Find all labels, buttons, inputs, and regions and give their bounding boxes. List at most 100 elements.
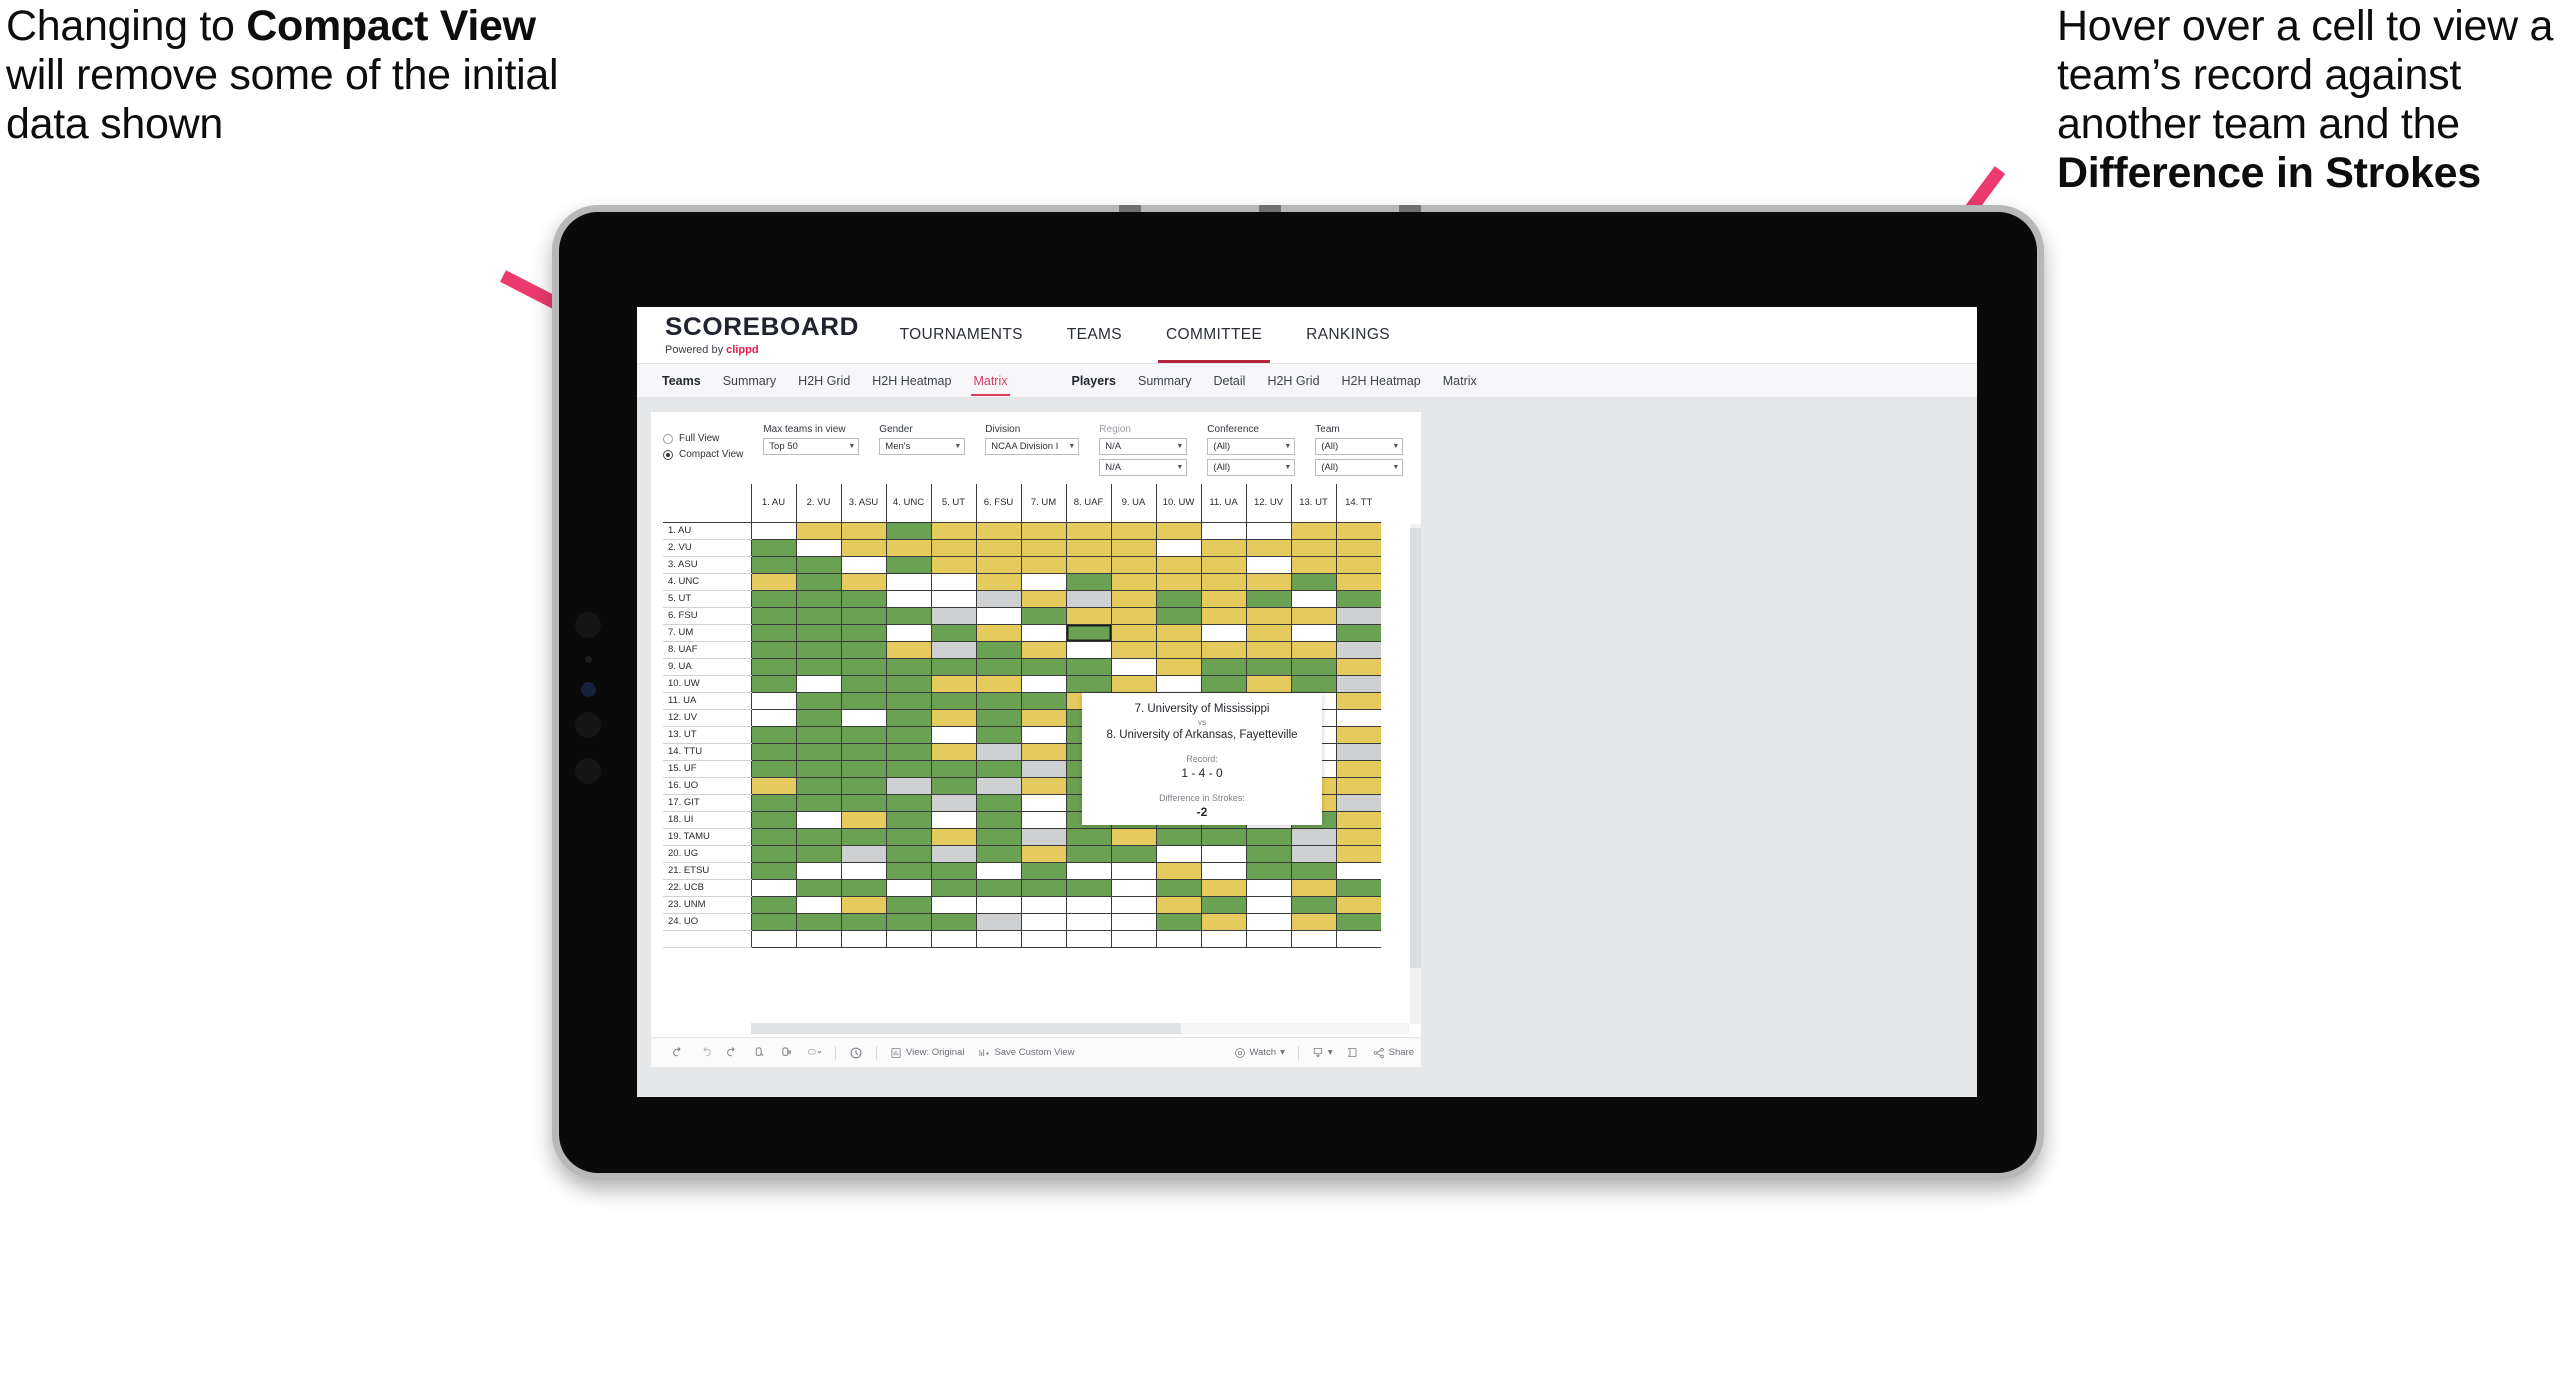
matrix-cell[interactable] <box>1065 573 1111 591</box>
fullscreen-button[interactable] <box>1340 1046 1366 1059</box>
filter-conference-select-2[interactable]: (All) ▼ <box>1207 459 1296 476</box>
matrix-cell[interactable] <box>1110 862 1156 880</box>
matrix-cell[interactable] <box>795 811 841 829</box>
matrix-cell[interactable] <box>1065 641 1111 659</box>
matrix-cell[interactable] <box>885 828 931 846</box>
matrix-cell[interactable] <box>1110 607 1156 625</box>
matrix-cell[interactable] <box>795 658 841 676</box>
matrix-cell[interactable] <box>1155 556 1201 574</box>
matrix-cell[interactable] <box>930 692 976 710</box>
matrix-cell[interactable] <box>975 862 1021 880</box>
matrix-cell[interactable] <box>795 913 841 931</box>
matrix-cell[interactable] <box>975 641 1021 659</box>
topnav-rankings[interactable]: RANKINGS <box>1284 307 1412 363</box>
matrix-cell[interactable] <box>1335 539 1381 557</box>
matrix-row-header-22[interactable]: 23. UNM <box>663 896 751 914</box>
topnav-teams[interactable]: TEAMS <box>1045 307 1144 363</box>
matrix-cell[interactable] <box>1110 522 1156 540</box>
matrix-row-header-18[interactable]: 19. TAMU <box>663 828 751 846</box>
matrix-cell[interactable] <box>930 879 976 897</box>
matrix-cell[interactable] <box>1065 896 1111 914</box>
matrix-cell[interactable] <box>885 624 931 642</box>
matrix-cell[interactable] <box>795 522 841 540</box>
matrix-cell[interactable] <box>840 658 886 676</box>
matrix-cell[interactable] <box>1065 879 1111 897</box>
matrix-cell[interactable] <box>840 913 886 931</box>
pause-updates-button[interactable] <box>773 1046 800 1059</box>
matrix-cell[interactable] <box>795 624 841 642</box>
matrix-cell[interactable] <box>1335 624 1381 642</box>
subnav-teams-h2h-grid[interactable]: H2H Grid <box>787 374 861 388</box>
matrix-col-header-13[interactable]: 14. TT <box>1335 484 1381 523</box>
matrix-col-header-2[interactable]: 3. ASU <box>840 484 886 523</box>
matrix-cell[interactable] <box>1290 845 1336 863</box>
matrix-cell[interactable] <box>1020 522 1066 540</box>
matrix-cell[interactable] <box>795 641 841 659</box>
refresh-data-button[interactable] <box>746 1046 773 1059</box>
matrix-cell[interactable] <box>795 539 841 557</box>
matrix-cell[interactable] <box>840 794 886 812</box>
matrix-cell[interactable] <box>1020 862 1066 880</box>
matrix-cell[interactable] <box>885 573 931 591</box>
matrix-cell[interactable] <box>975 658 1021 676</box>
matrix-cell[interactable] <box>1290 675 1336 693</box>
matrix-cell[interactable] <box>885 777 931 795</box>
matrix-cell[interactable] <box>1110 539 1156 557</box>
matrix-cell[interactable] <box>1335 709 1381 727</box>
matrix-cell[interactable] <box>1110 573 1156 591</box>
matrix-cell[interactable] <box>840 760 886 778</box>
filter-max-teams-select[interactable]: Top 50 ▼ <box>763 438 860 455</box>
matrix-cell[interactable] <box>885 539 931 557</box>
matrix-cell[interactable] <box>1020 913 1066 931</box>
matrix-cell[interactable] <box>1155 658 1201 676</box>
matrix-cell[interactable] <box>1155 522 1201 540</box>
matrix-cell[interactable] <box>1200 913 1246 931</box>
matrix-cell[interactable] <box>795 675 841 693</box>
redo-button[interactable] <box>692 1046 719 1059</box>
matrix-cell[interactable] <box>1065 624 1111 642</box>
matrix-cell[interactable] <box>975 913 1021 931</box>
matrix-cell[interactable] <box>1020 743 1066 761</box>
matrix-cell[interactable] <box>975 573 1021 591</box>
matrix-cell[interactable] <box>1335 573 1381 591</box>
matrix-cell[interactable] <box>1290 641 1336 659</box>
matrix-cell[interactable] <box>975 726 1021 744</box>
matrix-cell[interactable] <box>1290 556 1336 574</box>
matrix-cell[interactable] <box>975 794 1021 812</box>
matrix-cell[interactable] <box>1200 862 1246 880</box>
matrix-cell[interactable] <box>1200 539 1246 557</box>
matrix-cell[interactable] <box>1155 641 1201 659</box>
matrix-cell[interactable] <box>930 556 976 574</box>
matrix-row-header-0[interactable]: 1. AU <box>663 522 751 540</box>
matrix-row-header-15[interactable]: 16. UO <box>663 777 751 795</box>
matrix-cell[interactable] <box>840 522 886 540</box>
matrix-cell[interactable] <box>840 641 886 659</box>
matrix-cell[interactable] <box>885 607 931 625</box>
matrix-cell[interactable] <box>1245 896 1291 914</box>
matrix-cell[interactable] <box>1155 624 1201 642</box>
matrix-cell[interactable] <box>885 522 931 540</box>
brand-logo[interactable]: SCOREBOARD Powered by clippd <box>637 307 878 363</box>
matrix-cell[interactable] <box>1200 590 1246 608</box>
matrix-cell[interactable] <box>1155 896 1201 914</box>
matrix-cell[interactable] <box>1155 845 1201 863</box>
matrix-cell[interactable] <box>750 726 796 744</box>
topnav-tournaments[interactable]: TOURNAMENTS <box>878 307 1045 363</box>
matrix-row-header-2[interactable]: 3. ASU <box>663 556 751 574</box>
matrix-cell[interactable] <box>1335 862 1381 880</box>
subnav-teams-h2h-heatmap[interactable]: H2H Heatmap <box>861 374 962 388</box>
matrix-cell[interactable] <box>1335 845 1381 863</box>
matrix-cell[interactable] <box>1200 641 1246 659</box>
matrix-cell[interactable] <box>930 913 976 931</box>
subnav-teams-summary[interactable]: Summary <box>712 374 787 388</box>
matrix-cell[interactable] <box>1245 879 1291 897</box>
matrix-cell[interactable] <box>1245 607 1291 625</box>
matrix-row-header-17[interactable]: 18. UI <box>663 811 751 829</box>
matrix-cell[interactable] <box>750 573 796 591</box>
matrix-vertical-scroll-thumb[interactable] <box>1410 528 1421 968</box>
matrix-cell[interactable] <box>1020 641 1066 659</box>
matrix-cell[interactable] <box>840 879 886 897</box>
matrix-cell[interactable] <box>840 607 886 625</box>
matrix-cell[interactable] <box>930 658 976 676</box>
matrix-row-header-6[interactable]: 7. UM <box>663 624 751 642</box>
